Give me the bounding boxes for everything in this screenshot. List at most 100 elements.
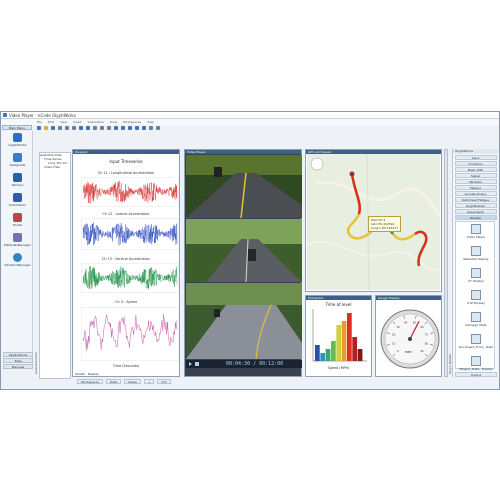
palette-output[interactable]: Output (455, 372, 497, 377)
palette-glyphbuilder[interactable]: GlyphBuilder (454, 203, 497, 208)
glyph-waterfall[interactable]: Waterfall Display (456, 246, 496, 266)
palette-display[interactable]: Display (454, 215, 497, 220)
glyph-xyz-display[interactable]: XYZ Display (456, 290, 496, 310)
workspace-scrollbar[interactable] (444, 149, 448, 377)
nav-worklys[interactable]: Worklys (3, 173, 32, 191)
timeseries-panel: Display1 Input Timeseries Ch 11 : Longit… (72, 149, 180, 377)
display-glyph-list: Video Player Waterfall Display XY Displa… (455, 221, 496, 371)
gauge-unit: MPH (405, 350, 412, 354)
nav-studio[interactable]: Studio (3, 213, 32, 231)
speed-gauge: 010203040 5060708090 (380, 309, 440, 369)
video-panel: Video Player 00:04:30 / 00:12:00 (184, 149, 302, 377)
available-data-side-label[interactable]: Available Data (34, 352, 38, 374)
palette-optimised-fatigue[interactable]: Optimised Fatigue (454, 197, 497, 202)
copy-icon[interactable] (65, 126, 69, 130)
menu-workspaces[interactable]: Workspaces (123, 120, 141, 124)
nav-glyphworks[interactable]: GlyphWorks (3, 133, 32, 151)
palette-fatigue[interactable]: Fatigue (454, 185, 497, 190)
histogram-bar (325, 349, 331, 361)
stop-icon[interactable] (107, 126, 111, 130)
glyph-label: Fatigue_Stats_ Display (459, 367, 493, 371)
glyph-label: XY Display (468, 279, 484, 283)
signal-plot-vertical[interactable] (81, 263, 179, 293)
glyph-xy-display[interactable]: XY Display (456, 268, 496, 288)
play-button[interactable] (189, 362, 193, 366)
glyph-damage-stats[interactable]: Damage Stats (456, 312, 496, 332)
paste-icon[interactable] (72, 126, 76, 130)
menu-insert[interactable]: Insert (73, 120, 82, 124)
glyph-video-player[interactable]: Video Player (456, 224, 496, 244)
help-icon[interactable] (156, 126, 160, 130)
open-icon[interactable] (44, 126, 48, 130)
automation-icon (13, 193, 22, 202)
nav-label: VibrationManager (4, 263, 31, 267)
stop-button[interactable] (195, 362, 199, 366)
map-panel: GPS and Speed Point ID:1 Lat=35.432591 L… (305, 149, 442, 292)
main-menu-button[interactable]: Main Menu (2, 125, 32, 130)
nav-automation[interactable]: Automation (3, 193, 32, 211)
tools-button[interactable]: Tools (3, 358, 33, 363)
applications-button[interactable]: Applications (3, 352, 33, 357)
pause-icon[interactable] (128, 126, 132, 130)
cut-icon[interactable] (58, 126, 62, 130)
gauge-tick-label: 10 (392, 341, 396, 345)
gauge-tick-label: 70 (425, 333, 429, 337)
palette-functions[interactable]: Functions (454, 161, 497, 166)
menu-tools[interactable]: Tools (110, 120, 117, 124)
rewind-icon[interactable] (135, 126, 139, 130)
materials-icon (13, 233, 22, 242)
undo-icon[interactable] (79, 126, 83, 130)
new-icon[interactable] (37, 126, 41, 130)
glyph-document[interactable]: Document_From_ Data (456, 334, 496, 354)
histogram-header: Histogram (306, 296, 371, 300)
tree-item[interactable]: Video Files (40, 165, 70, 169)
channel-label: Ch 11 : Longitudinal Acceleration (97, 171, 155, 175)
menu-view[interactable]: View (60, 120, 67, 124)
tab-workspaces[interactable]: Workspaces (77, 379, 103, 384)
palette-input[interactable]: Input (454, 155, 497, 160)
tab-ctrl[interactable]: Ctrl (157, 379, 171, 384)
histogram-panel: Histogram Time at level Speed (MPH) (305, 295, 372, 377)
video-timecode: 00:04:30 / 00:12:00 (186, 360, 302, 368)
palette-signal[interactable]: Signal (454, 173, 497, 178)
palette-basic-dsp[interactable]: Basic DSP (454, 167, 497, 172)
glyph-palette-side-label[interactable]: Glyph Palette (448, 354, 452, 374)
menu-file[interactable]: File (37, 120, 42, 124)
tab-views[interactable]: Views (124, 379, 141, 384)
gauge-tick-label: 50 (413, 321, 417, 325)
run-icon[interactable] (100, 126, 104, 130)
glyph-palette: GlyphWorks Input Functions Basic DSP Sig… (452, 149, 498, 377)
glyph-label: Video Player (466, 235, 486, 239)
palette-accelerometry[interactable]: Accelerometry (454, 191, 497, 196)
settings-icon[interactable] (149, 126, 153, 130)
nav-vibration-manager[interactable]: VibrationManager (3, 253, 32, 271)
add-tab-button[interactable]: + (143, 379, 155, 384)
signal-plot-longitudinal[interactable] (81, 177, 179, 207)
glyph-palette-header: GlyphWorks (453, 149, 498, 154)
menu-help[interactable]: Help (147, 120, 154, 124)
nav-materials-manager[interactable]: MaterialsManager (3, 233, 32, 251)
histogram-chart[interactable] (311, 309, 369, 363)
manuals-button[interactable]: Manuals (3, 364, 33, 369)
data-tree: Available Data Time Series Long TS1 Ch..… (39, 152, 71, 379)
palette-superglyph[interactable]: SuperGlyph (454, 209, 497, 214)
menu-interactive[interactable]: Interactive (88, 120, 104, 124)
tab-charts[interactable]: Charts (75, 372, 85, 376)
signal-plot-speed[interactable] (81, 307, 179, 361)
play-icon[interactable] (121, 126, 125, 130)
nav-designlife[interactable]: DesignLife (3, 153, 32, 171)
zoom-icon[interactable] (93, 126, 97, 130)
worklys-icon (13, 173, 22, 182)
forward-icon[interactable] (142, 126, 146, 130)
signal-plot-lateral[interactable] (81, 218, 179, 250)
menu-edit[interactable]: Edit (48, 120, 54, 124)
record-icon[interactable] (114, 126, 118, 130)
map-callout: Point ID:1 Lat=35.432591 Long=-83.722277 (368, 216, 402, 232)
title-bar: Video Player - nCode GlyphWorks – □ × (1, 112, 499, 119)
tab-data[interactable]: Data (105, 379, 122, 384)
palette-vibration[interactable]: Vibration (454, 179, 497, 184)
save-icon[interactable] (51, 126, 55, 130)
tab-display[interactable]: Display (88, 372, 99, 376)
app-window: Video Player - nCode GlyphWorks – □ × Fi… (0, 111, 500, 390)
redo-icon[interactable] (86, 126, 90, 130)
